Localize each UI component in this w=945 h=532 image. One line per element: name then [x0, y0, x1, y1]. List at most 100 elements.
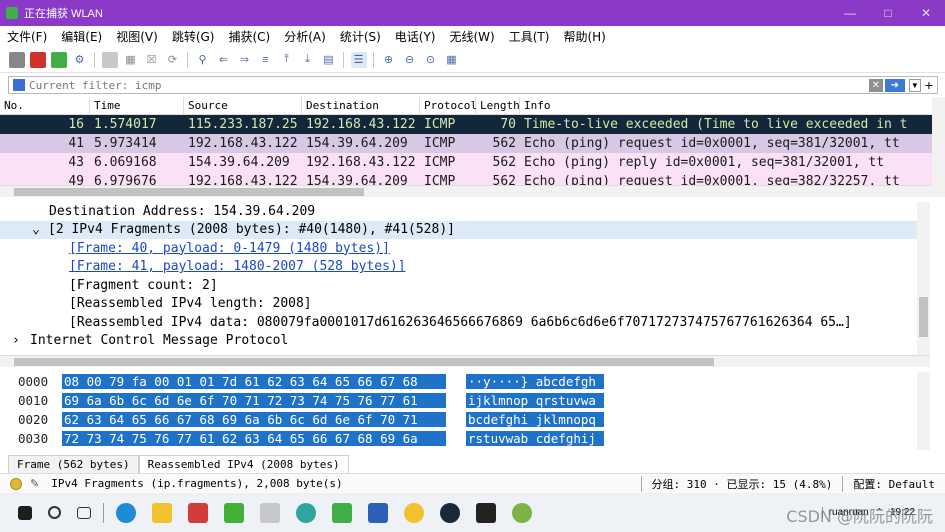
find-packet-icon[interactable]: ⚲: [195, 52, 211, 68]
menu-edit[interactable]: 编辑(E): [54, 28, 109, 45]
packet-bytes: 0000 08 00 79 fa 00 01 01 7d 61 62 63 64…: [0, 372, 917, 450]
open-file-icon[interactable]: [101, 51, 118, 68]
go-forward-icon[interactable]: ⇒: [237, 52, 253, 68]
display-filter-input[interactable]: Current filter: icmp: [29, 79, 869, 92]
wechat-icon[interactable]: [224, 502, 244, 523]
tab-frame[interactable]: Frame (562 bytes): [8, 455, 139, 473]
col-protocol[interactable]: Protocol: [420, 97, 477, 115]
menu-tools[interactable]: 工具(T): [502, 28, 557, 45]
packet-row[interactable]: 41 5.973414 192.168.43.122 154.39.64.209…: [0, 134, 932, 153]
wireshark-taskbar-icon[interactable]: [332, 502, 352, 523]
detail-fragment-count[interactable]: [Fragment count: 2]: [0, 276, 917, 295]
packet-row[interactable]: 43 6.069168 154.39.64.209 192.168.43.122…: [0, 153, 932, 172]
minimize-icon[interactable]: —: [831, 0, 869, 26]
wps-icon[interactable]: [188, 502, 208, 523]
status-packets: 分组: 310 · 已显示: 15 (4.8%): [640, 475, 843, 492]
reload-icon[interactable]: ⟳: [165, 52, 181, 68]
byte-row[interactable]: 0000 08 00 79 fa 00 01 01 7d 61 62 63 64…: [0, 372, 917, 391]
menu-telephony[interactable]: 电话(Y): [388, 28, 443, 45]
colorize-icon[interactable]: ☰: [350, 51, 367, 68]
detail-frame-40[interactable]: [Frame: 40, payload: 0-1479 (1480 bytes)…: [0, 239, 917, 258]
menu-analyze[interactable]: 分析(A): [277, 28, 333, 45]
detail-icmp[interactable]: › Internet Control Message Protocol: [0, 332, 917, 351]
first-packet-icon[interactable]: ⤒: [279, 52, 295, 68]
clear-filter-icon[interactable]: ✕: [868, 78, 883, 92]
byte-row[interactable]: 0020 62 63 64 65 66 67 68 69 6a 6b 6c 6d…: [0, 410, 917, 429]
last-packet-icon[interactable]: ⤓: [300, 52, 316, 68]
packet-list-header: No. Time Source Destination Protocol Len…: [0, 97, 932, 115]
restart-capture-icon[interactable]: [50, 51, 67, 68]
packet-list-vscroll[interactable]: [932, 97, 945, 197]
packet-list-hscroll[interactable]: [0, 185, 932, 197]
tools-icon[interactable]: [512, 502, 532, 523]
col-no[interactable]: No.: [0, 97, 90, 115]
app-icon[interactable]: [260, 502, 280, 523]
expand-chevron-icon[interactable]: ⌄: [32, 222, 48, 237]
capture-options-icon[interactable]: ⚙: [72, 52, 88, 68]
detail-frame-41[interactable]: [Frame: 41, payload: 1480-2007 (528 byte…: [0, 258, 917, 277]
menu-capture[interactable]: 捕获(C): [221, 28, 277, 45]
col-time[interactable]: Time: [90, 97, 184, 115]
close-icon[interactable]: ✕: [907, 0, 945, 26]
explorer-icon[interactable]: [152, 502, 172, 523]
menu-wireless[interactable]: 无线(W): [443, 28, 502, 45]
main-toolbar: ⚙ ▦ ☒ ⟳ ⚲ ⇐ ⇒ ≡ ⤒ ⤓ ▤ ☰ ⊕ ⊖ ⊙ ▦: [0, 47, 945, 73]
packet-row[interactable]: 16 1.574017 115.233.187.25 192.168.43.12…: [0, 115, 932, 134]
title-bar: 正在捕获 WLAN — □ ✕: [0, 0, 945, 26]
stop-capture-icon[interactable]: [29, 51, 46, 68]
detail-reassembled-length[interactable]: [Reassembled IPv4 length: 2008]: [0, 295, 917, 314]
steam-icon[interactable]: [440, 502, 460, 523]
go-to-packet-icon[interactable]: ≡: [258, 52, 274, 68]
col-destination[interactable]: Destination: [302, 97, 420, 115]
details-vscroll[interactable]: [917, 202, 930, 357]
bytes-vscroll[interactable]: [917, 372, 930, 450]
scroll-thumb[interactable]: [919, 297, 928, 337]
details-hscroll[interactable]: [0, 355, 930, 367]
menu-help[interactable]: 帮助(H): [556, 28, 612, 45]
filter-dropdown-icon[interactable]: ▼: [908, 78, 921, 92]
byte-row[interactable]: 0010 69 6a 6b 6c 6d 6e 6f 70 71 72 73 74…: [0, 391, 917, 410]
browser-icon[interactable]: [296, 502, 316, 523]
status-field: IPv4 Fragments (ip.fragments), 2,008 byt…: [51, 477, 343, 490]
scroll-thumb[interactable]: [14, 358, 714, 366]
add-filter-icon[interactable]: +: [925, 77, 933, 93]
start-icon[interactable]: [18, 505, 32, 520]
close-file-icon[interactable]: ☒: [144, 52, 160, 68]
zoom-in-icon[interactable]: ⊕: [381, 52, 397, 68]
menu-view[interactable]: 视图(V): [109, 28, 165, 45]
status-profile[interactable]: 配置: Default: [842, 475, 945, 492]
autoscroll-icon[interactable]: ▤: [321, 52, 337, 68]
menu-file[interactable]: 文件(F): [0, 28, 54, 45]
detail-dest-address[interactable]: Destination Address: 154.39.64.209: [0, 202, 917, 221]
collapse-chevron-icon[interactable]: ›: [12, 333, 30, 348]
edge-icon[interactable]: [116, 502, 136, 523]
expert-info-icon[interactable]: [10, 477, 22, 490]
byte-row[interactable]: 0030 72 73 74 75 76 77 61 62 63 64 65 66…: [0, 429, 917, 448]
edit-comment-icon[interactable]: ✎: [30, 477, 39, 490]
status-bar: ✎ IPv4 Fragments (ip.fragments), 2,008 b…: [0, 473, 945, 493]
search-icon[interactable]: [48, 506, 61, 519]
packet-details: Destination Address: 154.39.64.209 ⌄ [2 …: [0, 202, 917, 357]
col-source[interactable]: Source: [184, 97, 302, 115]
zoom-reset-icon[interactable]: ⊙: [423, 52, 439, 68]
tab-reassembled[interactable]: Reassembled IPv4 (2008 bytes): [138, 455, 349, 473]
scroll-thumb[interactable]: [14, 188, 364, 196]
word-icon[interactable]: [368, 502, 388, 523]
terminal-icon[interactable]: [476, 502, 496, 523]
apply-filter-icon[interactable]: ➜: [884, 78, 905, 92]
resize-columns-icon[interactable]: ▦: [444, 52, 460, 68]
paint-icon[interactable]: [404, 502, 424, 523]
detail-reassembled-data[interactable]: [Reassembled IPv4 data: 080079fa0001017d…: [0, 313, 917, 332]
maximize-icon[interactable]: □: [869, 0, 907, 26]
zoom-out-icon[interactable]: ⊖: [402, 52, 418, 68]
task-view-icon[interactable]: [77, 506, 91, 519]
start-capture-icon[interactable]: [8, 51, 25, 68]
col-info[interactable]: Info: [520, 97, 932, 115]
save-file-icon[interactable]: ▦: [123, 52, 139, 68]
col-length[interactable]: Length: [476, 97, 520, 115]
go-back-icon[interactable]: ⇐: [216, 52, 232, 68]
bookmark-icon[interactable]: [13, 79, 25, 91]
detail-fragments[interactable]: ⌄ [2 IPv4 Fragments (2008 bytes): #40(14…: [0, 220, 917, 239]
menu-statistics[interactable]: 统计(S): [333, 28, 388, 45]
menu-go[interactable]: 跳转(G): [165, 28, 222, 45]
